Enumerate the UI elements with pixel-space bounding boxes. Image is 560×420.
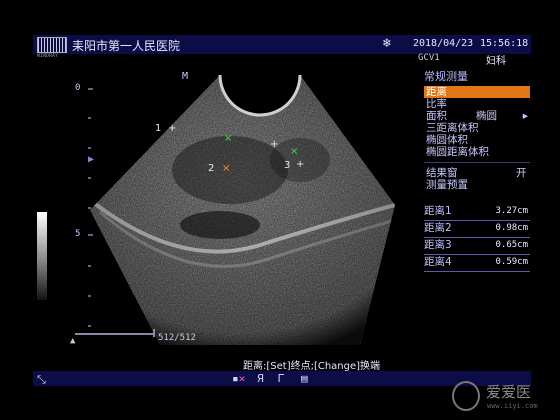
submenu-arrow-icon: ▸ [522, 110, 528, 122]
depth-scale-ticks [88, 88, 93, 327]
probe-name: GCV1 [418, 53, 440, 63]
result-value: 0.98cm [495, 223, 528, 233]
measurement-hint: 距离:[Set]终点;[Change]换端 [243, 361, 381, 372]
caliper-3-plus-marker[interactable]: + [296, 159, 304, 170]
measurement-menu: 距离 比率 面积 椭圆 ▸ 三距离体积 椭圆体积 椭圆距离体积 结果窗 开 测量预置 [424, 86, 530, 191]
caliper-1-plus-marker[interactable]: + [168, 123, 176, 134]
cine-progress-bar[interactable] [75, 333, 155, 335]
hospital-name: 耒阳市第一人民医院 [72, 39, 181, 53]
menu-divider [424, 162, 530, 163]
menu-item-ellipse-distance-volume[interactable]: 椭圆距离体积 [424, 146, 530, 158]
menu-item-ellipse-volume[interactable]: 椭圆体积 [424, 134, 530, 146]
result-row: 距离2 0.98cm [424, 221, 530, 238]
frame-counter: 512/512 [158, 333, 196, 343]
menu-item-label: 测量预置 [426, 179, 468, 191]
result-row: 距离4 0.59cm [424, 255, 530, 272]
ultrasound-image[interactable] [60, 60, 420, 360]
watermark-url: www.iiyi.com [487, 402, 538, 410]
exam-date: 2018/04/23 [413, 38, 474, 49]
depth-label-5: 5 [75, 229, 81, 239]
menu-item-label: 比率 [426, 98, 447, 110]
watermark-logo-icon [452, 381, 480, 411]
result-label: 距离4 [424, 256, 452, 268]
result-row: 距离3 0.65cm [424, 238, 530, 255]
text-icon[interactable]: ▤ [301, 372, 308, 385]
result-row: 距离1 3.27cm [424, 204, 530, 221]
menu-item-result-window[interactable]: 结果窗 开 [424, 167, 530, 179]
freeze-snowflake-icon: ❄ [383, 36, 391, 51]
caliper-green-cross-marker[interactable]: × [224, 133, 232, 144]
menu-item-three-distance-volume[interactable]: 三距离体积 [424, 122, 530, 134]
caliper-1-label: 1 [155, 123, 162, 134]
result-label: 距离2 [424, 222, 452, 234]
depth-label-0: 0 [75, 83, 81, 93]
result-label: 距离3 [424, 239, 452, 251]
orientation-marker: M [182, 71, 189, 82]
caliper-3-label: 3 [284, 160, 291, 171]
menu-item-measure-preset[interactable]: 测量预置 [424, 179, 530, 191]
menu-item-label: 结果窗 [426, 167, 458, 179]
result-value: 0.65cm [495, 240, 528, 250]
menu-item-label: 三距离体积 [426, 122, 479, 134]
menu-item-area[interactable]: 面积 椭圆 ▸ [424, 110, 530, 122]
menu-item-label: 面积 [426, 110, 447, 122]
menu-item-label: 椭圆体积 [426, 134, 468, 146]
menu-item-distance[interactable]: 距离 [424, 86, 530, 98]
exam-time: 15:56:18 [480, 38, 529, 49]
menu-item-ratio[interactable]: 比率 [424, 98, 530, 110]
r-icon[interactable]: Я [257, 372, 264, 385]
result-value: 3.27cm [495, 206, 528, 216]
watermark-text: 爱爱医 [486, 383, 532, 401]
menu-item-value: 椭圆 [476, 110, 497, 122]
manufacturer-logo [37, 37, 67, 53]
b-icon[interactable]: Ꮁ [278, 372, 285, 386]
caliper-plus-marker-4[interactable]: + [270, 139, 278, 150]
cine-position-handle[interactable] [153, 329, 155, 337]
logo-text: WINDRAY [37, 53, 59, 59]
focus-arrow-icon: ▶ [88, 154, 95, 165]
grayscale-bar [37, 212, 47, 300]
expand-icon[interactable]: ⤡ [37, 373, 46, 387]
result-label: 距离1 [424, 205, 452, 217]
menu-item-label: 椭圆距离体积 [426, 146, 489, 158]
menu-item-value: 开 [516, 167, 527, 179]
trackball-icon[interactable]: ▪✕ [232, 372, 245, 385]
measurement-panel-title: 常规测量 [424, 70, 468, 83]
menu-item-label: 距离 [426, 86, 447, 98]
caliper-green-cross-marker-2[interactable]: × [290, 146, 298, 157]
caliper-2-cross-marker[interactable]: × [222, 163, 230, 174]
cine-start-marker: ▲ [70, 336, 76, 346]
department-label: 妇科 [486, 56, 506, 67]
results-table: 距离1 3.27cm 距离2 0.98cm 距离3 0.65cm 距离4 0.59cm [424, 204, 530, 272]
caliper-2-label: 2 [208, 163, 215, 174]
result-value: 0.59cm [495, 257, 528, 267]
